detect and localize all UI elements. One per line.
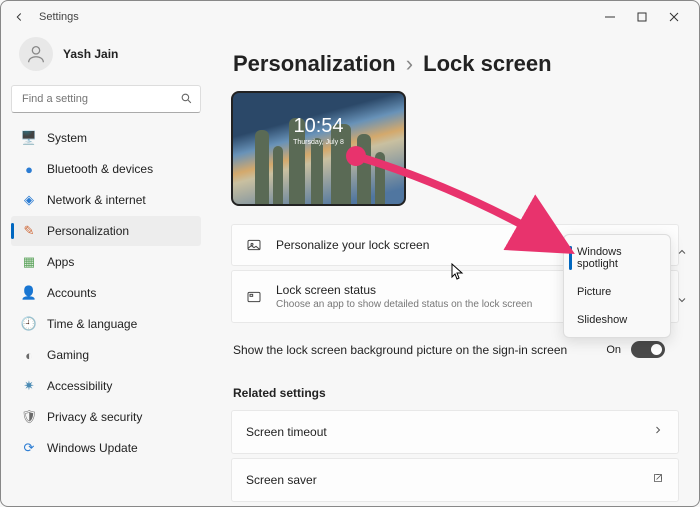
dropdown-option-picture[interactable]: Picture [567, 278, 667, 306]
picture-icon [246, 237, 262, 253]
nav-icon: ✎ [21, 223, 37, 239]
dropdown-option-slideshow[interactable]: Slideshow [567, 306, 667, 334]
breadcrumb: Personalization › Lock screen [233, 51, 679, 77]
sidebar-item-accessibility[interactable]: ✷ Accessibility [11, 371, 201, 401]
lock-screen-preview: 10:54 Thursday, July 8 [231, 91, 406, 206]
nav-label: Network & internet [47, 193, 146, 207]
nav-label: Personalization [47, 224, 129, 238]
nav-label: Accounts [47, 286, 96, 300]
maximize-button[interactable] [635, 10, 649, 24]
preview-date: Thursday, July 8 [233, 139, 404, 146]
sidebar-item-network-internet[interactable]: ◈ Network & internet [11, 185, 201, 215]
sidebar: Yash Jain 🖥️ System ● Bluetooth & devices ◈ N… [1, 33, 211, 506]
signin-bg-title: Show the lock screen background picture … [233, 343, 592, 357]
nav-label: Bluetooth & devices [47, 162, 153, 176]
nav-label: Apps [47, 255, 74, 269]
nav-icon: 👤 [21, 285, 37, 301]
nav-icon: ● [21, 161, 37, 177]
user-name: Yash Jain [63, 47, 118, 61]
user-profile[interactable]: Yash Jain [11, 33, 201, 85]
sidebar-item-bluetooth-devices[interactable]: ● Bluetooth & devices [11, 154, 201, 184]
close-button[interactable] [667, 10, 681, 24]
titlebar: Settings [1, 1, 699, 33]
nav-icon: ◈ [21, 192, 37, 208]
chevron-down-icon[interactable] [676, 293, 688, 311]
nav-icon: 🕘 [21, 316, 37, 332]
sidebar-item-windows-update[interactable]: ⟳ Windows Update [11, 433, 201, 463]
screen-timeout-row[interactable]: Screen timeout [231, 410, 679, 454]
nav-icon: 🛡 [21, 409, 37, 425]
sidebar-item-time-language[interactable]: 🕘 Time & language [11, 309, 201, 339]
sidebar-item-personalization[interactable]: ✎ Personalization [11, 216, 201, 246]
sidebar-item-apps[interactable]: ▦ Apps [11, 247, 201, 277]
toggle-label: On [606, 344, 621, 356]
personalize-dropdown: Windows spotlight Picture Slideshow [563, 234, 671, 338]
avatar [19, 37, 53, 71]
nav-label: System [47, 131, 87, 145]
chevron-up-icon[interactable] [676, 245, 688, 263]
preview-time: 10:54 [233, 115, 404, 138]
nav-icon: ▦ [21, 254, 37, 270]
page-title: Lock screen [423, 51, 551, 76]
nav-label: Accessibility [47, 379, 112, 393]
status-icon [246, 289, 262, 305]
titlebar-app-name: Settings [39, 11, 79, 23]
open-icon [652, 471, 664, 489]
dropdown-option-spotlight[interactable]: Windows spotlight [567, 238, 667, 278]
sidebar-item-system[interactable]: 🖥️ System [11, 123, 201, 153]
sidebar-item-accounts[interactable]: 👤 Accounts [11, 278, 201, 308]
search-input[interactable] [11, 85, 201, 113]
nav-label: Windows Update [47, 441, 138, 455]
sidebar-item-privacy-security[interactable]: 🛡 Privacy & security [11, 402, 201, 432]
nav-icon: ✷ [21, 378, 37, 394]
back-button[interactable] [9, 7, 29, 27]
nav-icon: ⟳ [21, 440, 37, 456]
nav-label: Gaming [47, 348, 89, 362]
screen-saver-row[interactable]: Screen saver [231, 458, 679, 502]
nav-label: Time & language [47, 317, 137, 331]
screen-timeout-label: Screen timeout [246, 425, 638, 439]
breadcrumb-parent[interactable]: Personalization [233, 51, 396, 76]
breadcrumb-separator: › [406, 51, 413, 76]
nav-icon: 🖥️ [21, 130, 37, 146]
nav-label: Privacy & security [47, 410, 142, 424]
related-heading: Related settings [233, 386, 679, 400]
window-controls [603, 10, 691, 24]
sidebar-item-gaming[interactable]: ◐ Gaming [11, 340, 201, 370]
signin-bg-toggle[interactable] [631, 341, 665, 358]
minimize-button[interactable] [603, 10, 617, 24]
chevron-right-icon [652, 423, 664, 441]
nav-icon: ◐ [21, 347, 37, 363]
screen-saver-label: Screen saver [246, 473, 638, 487]
